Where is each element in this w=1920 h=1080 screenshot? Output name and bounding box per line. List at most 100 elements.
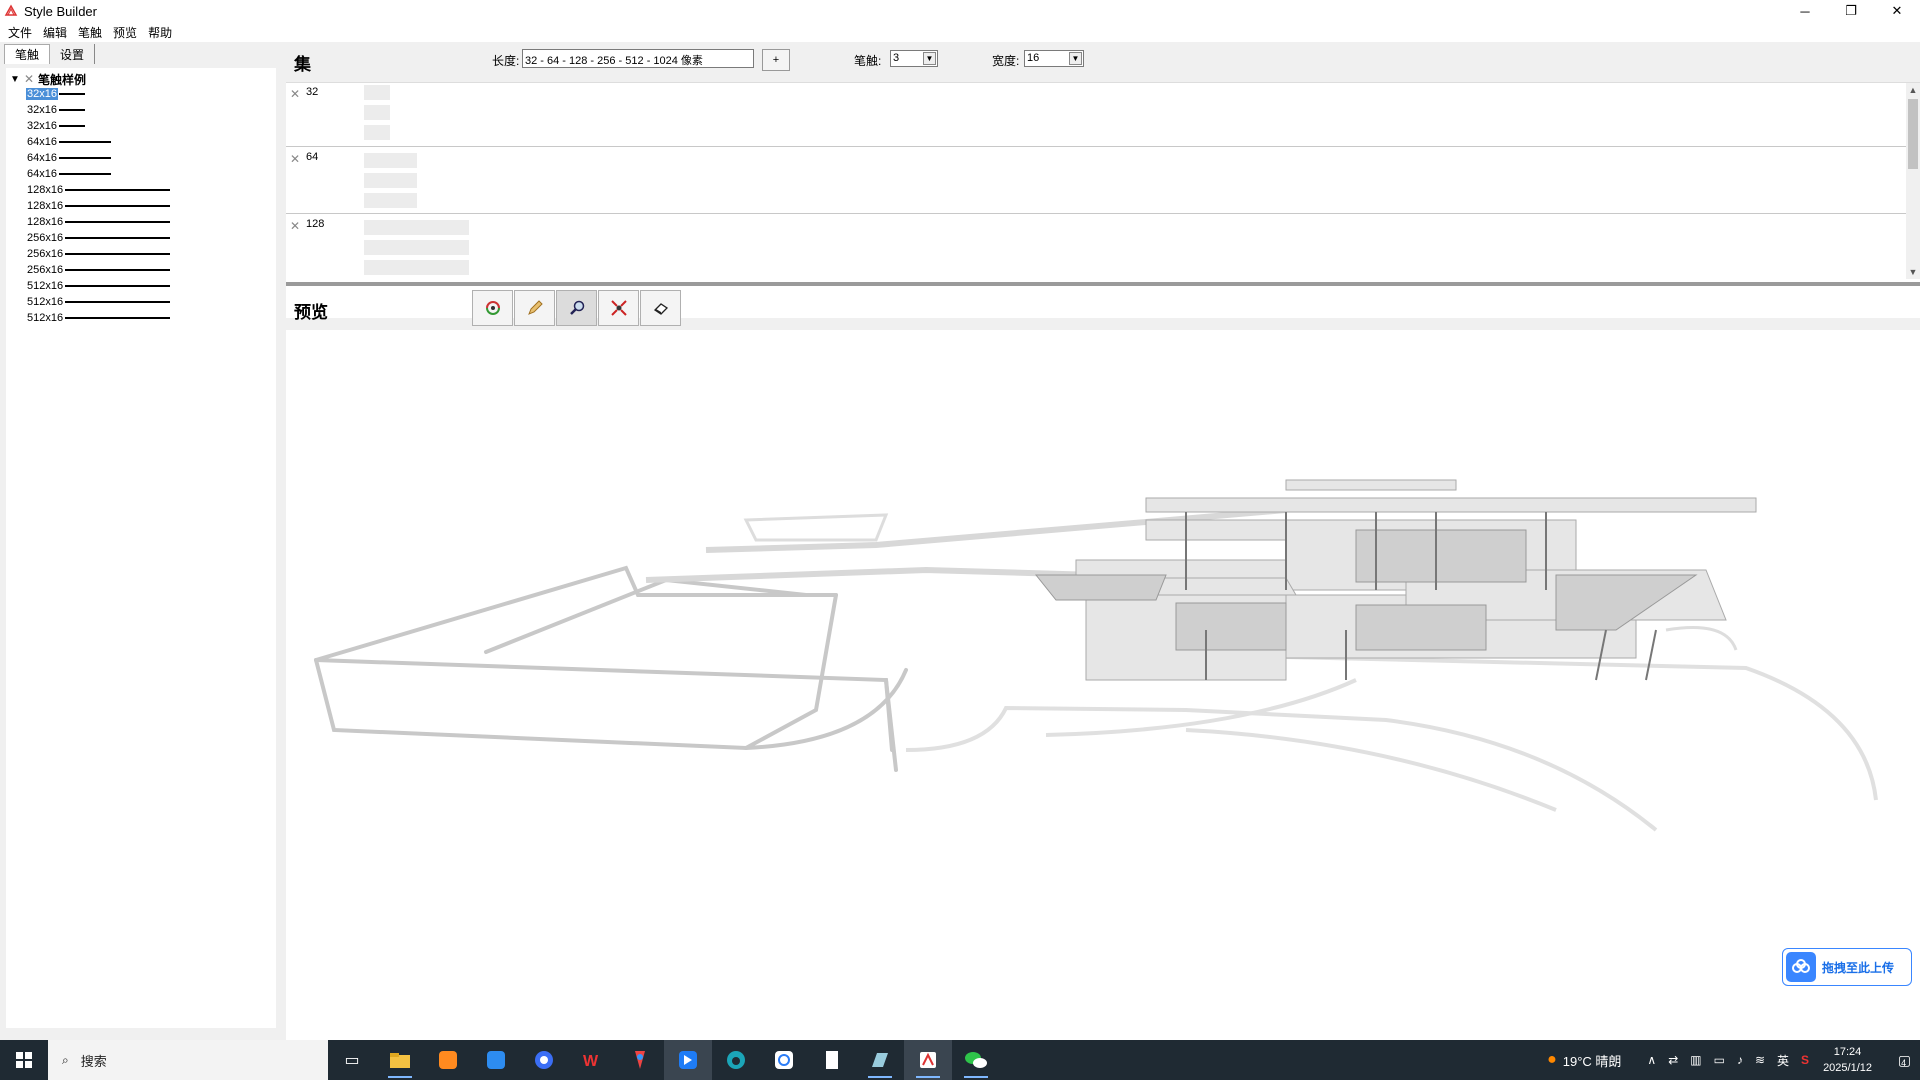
stroke-slot[interactable] xyxy=(364,105,390,120)
taskbar-app-paint[interactable] xyxy=(616,1040,664,1080)
length-input[interactable]: 32 - 64 - 128 - 256 - 512 - 1024 像素 xyxy=(522,49,754,68)
taskbar-search[interactable]: ⌕ 搜索 xyxy=(48,1040,328,1080)
zoom-button[interactable] xyxy=(556,290,597,326)
minimize-button[interactable]: ─ xyxy=(1782,0,1828,22)
scroll-down-icon[interactable]: ▼ xyxy=(1906,265,1920,279)
tree-item[interactable]: 32x16 xyxy=(6,86,276,102)
pencil-button[interactable] xyxy=(514,290,555,326)
sogou-icon[interactable]: S xyxy=(1801,1053,1809,1067)
taskbar-app-browser[interactable] xyxy=(520,1040,568,1080)
volume-icon[interactable]: ♪ xyxy=(1737,1053,1743,1067)
tree-item[interactable]: 64x16 xyxy=(6,166,276,182)
taskbar-app-mail[interactable] xyxy=(472,1040,520,1080)
tree-item-label: 256x16 xyxy=(27,264,64,276)
add-length-button[interactable]: + xyxy=(762,49,790,71)
tree-item[interactable]: 128x16 xyxy=(6,198,276,214)
ime-indicator[interactable]: 英 xyxy=(1777,1052,1789,1069)
weather-widget[interactable]: ● 19°C 晴朗 xyxy=(1547,1051,1621,1070)
network-transfer-icon[interactable]: ⇄ xyxy=(1668,1053,1678,1067)
remove-icon[interactable]: ✕ xyxy=(290,87,300,101)
tab-strokes[interactable]: 笔触 xyxy=(4,44,51,64)
sketch-icon xyxy=(872,1053,888,1067)
tree-item[interactable]: 256x16 xyxy=(6,246,276,262)
upload-button[interactable]: 拖拽至此上传 xyxy=(1782,948,1912,986)
taskbar-app-baidu-netdisk[interactable] xyxy=(760,1040,808,1080)
scroll-up-icon[interactable]: ▲ xyxy=(1906,83,1920,97)
eraser-button[interactable] xyxy=(640,290,681,326)
stroke-slot[interactable] xyxy=(364,240,469,255)
taskbar-app-sketchup[interactable] xyxy=(904,1040,952,1080)
stroke-slot[interactable] xyxy=(364,125,390,140)
zoom-extents-button[interactable] xyxy=(598,290,639,326)
set-row[interactable]: ✕ 32 xyxy=(286,83,1906,147)
stroke-slot[interactable] xyxy=(364,173,417,188)
stroke-slot[interactable] xyxy=(364,153,417,168)
tree-item[interactable]: 32x16 xyxy=(6,118,276,134)
taskbar-app-sketch[interactable] xyxy=(856,1040,904,1080)
wifi-icon[interactable]: ≋ xyxy=(1755,1053,1765,1067)
tree-item[interactable]: 512x16 xyxy=(6,278,276,294)
stroke-preview-line xyxy=(58,109,85,111)
tree-item[interactable]: 128x16 xyxy=(6,214,276,230)
set-row-label: 64 xyxy=(306,151,319,163)
taskbar-app-notepad[interactable] xyxy=(808,1040,856,1080)
stroke-slot[interactable] xyxy=(364,220,469,235)
clock[interactable]: 17:24 2025/1/12 xyxy=(1823,1044,1872,1076)
tree-item[interactable]: 256x16 xyxy=(6,262,276,278)
remove-icon[interactable]: ✕ xyxy=(290,219,300,233)
taskbar-app-file-explorer[interactable] xyxy=(376,1040,424,1080)
tab-settings[interactable]: 设置 xyxy=(50,44,96,64)
menu-file[interactable]: 文件 xyxy=(4,24,39,41)
svg-text:W: W xyxy=(583,1053,599,1070)
browser-icon xyxy=(535,1051,553,1069)
tree-item[interactable]: 128x16 xyxy=(6,182,276,198)
chevron-down-icon[interactable]: ▼ xyxy=(923,52,936,65)
chevron-down-icon[interactable]: ▼ xyxy=(1069,52,1082,65)
stroke-count-select[interactable]: 3 ▼ xyxy=(890,50,938,67)
stroke-slot[interactable] xyxy=(364,193,417,208)
tree-root[interactable]: ▼ ✕ 笔触样例 xyxy=(6,72,276,87)
collapse-arrow-icon[interactable]: ▼ xyxy=(10,74,24,85)
orbit-button[interactable] xyxy=(472,290,513,326)
set-list-scrollbar[interactable]: ▲ ▼ xyxy=(1906,83,1920,279)
preview-title: 预览 xyxy=(294,303,328,322)
taskbar-app-edge[interactable] xyxy=(712,1040,760,1080)
main-area: 集 长度: 32 - 64 - 128 - 256 - 512 - 1024 像… xyxy=(286,42,1920,1040)
menu-stroke[interactable]: 笔触 xyxy=(74,24,109,41)
taskbar-app-wechat[interactable] xyxy=(952,1040,1000,1080)
start-button[interactable] xyxy=(0,1040,48,1080)
signal-icon[interactable]: ▥ xyxy=(1690,1053,1701,1067)
taskbar-app-store[interactable] xyxy=(424,1040,472,1080)
left-panel: 笔触 设置 ▼ ✕ 笔触样例 32x16 32x16 32x16 64x16 64x16… xyxy=(0,42,282,1040)
set-row[interactable]: ✕ 64 xyxy=(286,148,1906,214)
panel-splitter[interactable] xyxy=(286,282,1920,286)
eraser-icon xyxy=(653,303,668,315)
close-button[interactable]: ✕ xyxy=(1874,0,1920,22)
chevron-up-icon[interactable]: ∧ xyxy=(1647,1053,1656,1067)
menu-help[interactable]: 帮助 xyxy=(144,24,179,41)
wechat-icon xyxy=(965,1052,987,1068)
tree-item[interactable]: 64x16 xyxy=(6,150,276,166)
taskbar-app-wps[interactable]: W xyxy=(568,1040,616,1080)
menu-preview[interactable]: 预览 xyxy=(109,24,144,41)
battery-icon[interactable]: ▭ xyxy=(1714,1053,1725,1067)
tree-item[interactable]: 32x16 xyxy=(6,102,276,118)
feishu-icon xyxy=(679,1051,697,1069)
preview-viewport[interactable] xyxy=(286,330,1920,1040)
tree-item[interactable]: 256x16 xyxy=(6,230,276,246)
tree-item-label: 128x16 xyxy=(27,216,64,228)
stroke-slot[interactable] xyxy=(364,260,469,275)
remove-icon[interactable]: ✕ xyxy=(290,152,300,166)
width-select[interactable]: 16 ▼ xyxy=(1024,50,1084,67)
tree-item[interactable]: 64x16 xyxy=(6,134,276,150)
stroke-slot[interactable] xyxy=(364,85,390,100)
taskbar-app-feishu[interactable] xyxy=(664,1040,712,1080)
set-row[interactable]: ✕ 128 xyxy=(286,215,1906,279)
restore-button[interactable]: ❐ xyxy=(1828,0,1874,22)
menu-edit[interactable]: 编辑 xyxy=(39,24,74,41)
task-view-button[interactable]: ▭ xyxy=(328,1040,376,1080)
scroll-thumb[interactable] xyxy=(1908,99,1918,169)
notification-button[interactable]: ▢ 4 xyxy=(1884,1040,1920,1080)
tree-item[interactable]: 512x16 xyxy=(6,310,276,326)
tree-item[interactable]: 512x16 xyxy=(6,294,276,310)
